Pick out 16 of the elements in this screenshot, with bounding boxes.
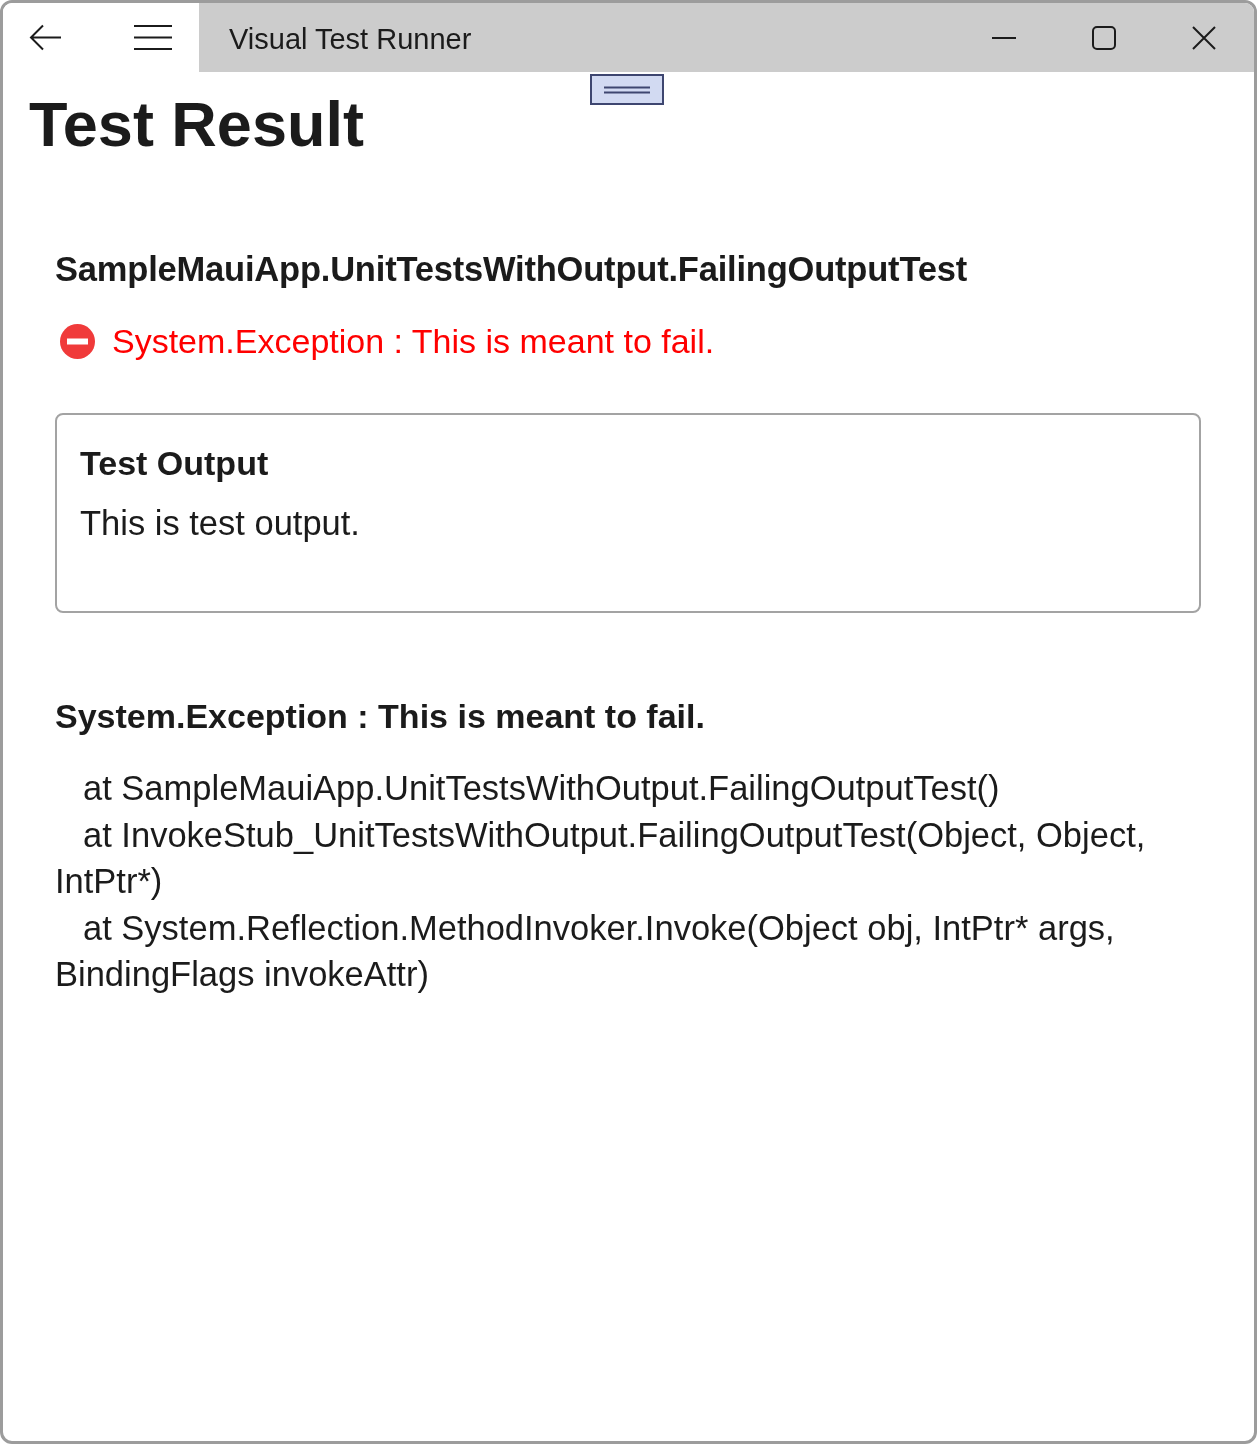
menu-icon <box>134 25 172 50</box>
grip-handle-icon[interactable] <box>590 74 664 105</box>
close-icon <box>1192 25 1216 50</box>
maximize-icon <box>1092 25 1116 50</box>
test-name: SampleMauiApp.UnitTestsWithOutput.FailingOutputTest <box>55 249 967 289</box>
exception-title: System.Exception : This is meant to fail. <box>55 696 705 736</box>
back-arrow-icon <box>28 24 62 51</box>
error-message: System.Exception : This is meant to fail. <box>112 321 715 361</box>
output-text: This is test output. <box>80 503 360 543</box>
output-title: Test Output <box>80 443 269 483</box>
window-title: Visual Test Runner <box>229 21 472 57</box>
minimize-icon <box>992 36 1016 39</box>
page-title: Test Result <box>29 88 364 160</box>
stack-trace-line: at InvokeStub_UnitTestsWithOutput.FailingOutputTest(Object, Object, IntPtr*) <box>55 814 1147 902</box>
stack-trace-line: at System.Reflection.MethodInvoker.Invoke(Object obj, IntPtr* args, BindingFlags invokeAttr) <box>55 907 1116 995</box>
stack-trace-line: at SampleMauiApp.UnitTestsWithOutput.FailingOutputTest() <box>82 768 1001 809</box>
